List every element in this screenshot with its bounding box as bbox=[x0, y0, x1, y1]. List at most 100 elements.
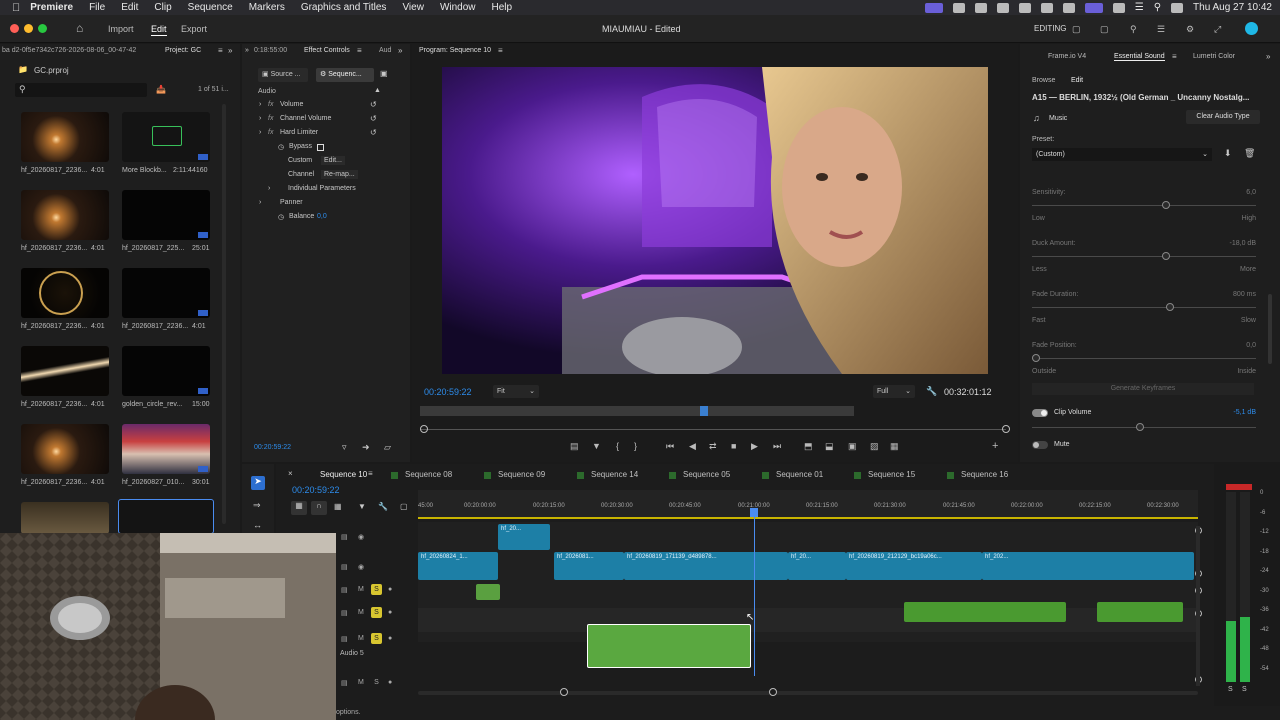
project-item-thumbnail[interactable] bbox=[122, 112, 210, 162]
stopwatch-icon[interactable]: ◷ bbox=[278, 213, 284, 221]
video-clip[interactable]: hf_20... bbox=[788, 552, 846, 580]
more-panels-icon[interactable]: » bbox=[398, 46, 402, 55]
playhead-line[interactable] bbox=[754, 508, 755, 676]
audio-clip[interactable] bbox=[904, 602, 1066, 622]
tab-lumetri[interactable]: Lumetri Color bbox=[1193, 53, 1235, 60]
play-status-icon[interactable] bbox=[1040, 2, 1053, 13]
video-clip[interactable]: hf_20260819_212129_bc19a06c... bbox=[846, 552, 982, 580]
search-icon[interactable]: ⚲ bbox=[1130, 24, 1137, 35]
mute-track-icon[interactable]: M bbox=[358, 679, 364, 686]
clip-volume-knob[interactable] bbox=[1135, 423, 1144, 431]
scrub-bar[interactable] bbox=[420, 429, 1006, 430]
overwrite-icon[interactable]: ⬓ bbox=[825, 441, 834, 452]
settings-icon[interactable]: ⚙ bbox=[1186, 24, 1194, 35]
expand-chevron-icon[interactable]: › bbox=[259, 115, 261, 122]
effect-row-button[interactable]: Re-map... bbox=[321, 170, 358, 179]
nav-import[interactable]: Import bbox=[108, 24, 134, 34]
panel-menu-icon[interactable]: ≡ bbox=[357, 46, 362, 55]
home-icon[interactable]: ⌂ bbox=[76, 21, 83, 35]
record-voiceover-icon[interactable]: ● bbox=[388, 679, 392, 686]
audio-clip-selected[interactable] bbox=[587, 624, 751, 668]
menu-clip[interactable]: Clip bbox=[154, 2, 171, 13]
expand-chevron-icon[interactable]: › bbox=[259, 199, 261, 206]
slider-knob[interactable] bbox=[1165, 303, 1174, 311]
display-icon[interactable] bbox=[1084, 2, 1103, 13]
tab-sequence[interactable]: Sequence 09 bbox=[498, 470, 545, 479]
play-around-icon[interactable]: ⇄ bbox=[709, 441, 717, 452]
tab-essential-sound[interactable]: Essential Sound bbox=[1114, 53, 1165, 61]
video-clip[interactable]: hf_202... bbox=[982, 552, 1194, 580]
project-item-thumbnail[interactable] bbox=[21, 502, 109, 534]
preset-select[interactable]: (Custom) ⌄ bbox=[1032, 148, 1212, 161]
video-clip[interactable]: hf_2026081... bbox=[554, 552, 624, 580]
project-item-thumbnail[interactable] bbox=[21, 346, 109, 396]
quick-export-icon[interactable]: ▢ bbox=[1100, 24, 1109, 35]
wrench-icon[interactable]: 🔧 bbox=[378, 502, 388, 511]
project-item-thumbnail[interactable] bbox=[122, 346, 210, 396]
work-area-bar[interactable] bbox=[418, 517, 1198, 519]
track-sync-lock-icon[interactable]: ▤ bbox=[341, 563, 348, 571]
fx-icon[interactable]: fx bbox=[268, 129, 273, 136]
panel-menu-icon[interactable]: ≡ bbox=[368, 469, 373, 478]
project-item-thumbnail[interactable] bbox=[122, 424, 210, 474]
go-to-in-icon[interactable]: ⏮ bbox=[666, 441, 674, 452]
audio-clip[interactable] bbox=[476, 584, 500, 600]
playhead-handle[interactable] bbox=[750, 508, 758, 517]
tab-sequence[interactable]: Sequence 08 bbox=[405, 470, 452, 479]
close-icon[interactable]: × bbox=[288, 469, 293, 478]
filter-icon[interactable]: ▿ bbox=[342, 442, 347, 453]
project-item-thumbnail-selected[interactable] bbox=[118, 499, 214, 534]
zoom-handle-right[interactable] bbox=[769, 688, 777, 696]
status-icon[interactable] bbox=[996, 2, 1009, 13]
ripple-edit-icon[interactable]: ↔ bbox=[253, 520, 262, 530]
solo-right-icon[interactable]: S bbox=[1242, 686, 1247, 693]
record-voiceover-icon[interactable]: ● bbox=[388, 609, 392, 616]
step-forward-icon[interactable]: ▶ bbox=[751, 441, 758, 452]
balance-value[interactable]: 0,0 bbox=[317, 213, 327, 220]
scrollbar[interactable] bbox=[222, 104, 226, 524]
apple-menu-icon[interactable]:  bbox=[12, 2, 20, 14]
track-sync-lock-icon[interactable]: ▤ bbox=[341, 679, 348, 687]
tab-effect-controls[interactable]: Effect Controls bbox=[304, 47, 350, 54]
solo-track-button[interactable]: S bbox=[371, 677, 382, 688]
app-menu[interactable]: Premiere bbox=[30, 2, 73, 13]
nest-icon[interactable]: ▦ bbox=[291, 501, 307, 515]
reset-icon[interactable]: ↺ bbox=[370, 114, 377, 123]
zoom-handle-left[interactable] bbox=[560, 688, 568, 696]
workspace-label[interactable]: EDITING bbox=[1034, 24, 1066, 33]
export-icon[interactable]: ➜ bbox=[362, 442, 370, 453]
subtab-source[interactable]: ▣ Source ... bbox=[258, 68, 308, 82]
marker-icon[interactable]: ▼ bbox=[592, 441, 601, 451]
scrub-handle-right[interactable] bbox=[1002, 425, 1010, 433]
linked-selection-icon[interactable]: ▦ bbox=[334, 502, 342, 511]
fx-icon[interactable]: fx bbox=[268, 115, 273, 122]
subtab-edit[interactable]: Edit bbox=[1071, 77, 1083, 84]
status-icon[interactable] bbox=[1018, 2, 1031, 13]
go-to-out-icon[interactable]: ⏭ bbox=[773, 441, 781, 452]
nav-export[interactable]: Export bbox=[181, 24, 207, 34]
tab-project[interactable]: Project: GC bbox=[165, 47, 201, 54]
solo-track-button[interactable]: S bbox=[371, 607, 382, 618]
slider-knob[interactable] bbox=[1161, 201, 1170, 209]
project-item-thumbnail[interactable] bbox=[21, 424, 109, 474]
slider-value[interactable]: 800 ms bbox=[1180, 291, 1256, 298]
trim-icon[interactable]: ▤ bbox=[570, 441, 579, 452]
panel-menu-icon[interactable]: ≡ bbox=[1172, 52, 1177, 61]
stop-icon[interactable]: ■ bbox=[731, 441, 736, 451]
track-sync-lock-icon[interactable]: ▤ bbox=[341, 586, 348, 594]
more-panels-icon[interactable]: » bbox=[1266, 52, 1270, 61]
slider-track[interactable] bbox=[1032, 256, 1256, 257]
captions-icon[interactable]: ▢ bbox=[400, 502, 408, 511]
panel-menu-icon[interactable]: ≡ bbox=[498, 46, 503, 55]
subtab-browse[interactable]: Browse bbox=[1032, 77, 1055, 84]
collapse-icon[interactable]: ▲ bbox=[374, 87, 381, 94]
feedback-icon[interactable]: ☰ bbox=[1157, 24, 1165, 35]
status-icon[interactable] bbox=[1062, 2, 1075, 13]
menu-view[interactable]: View bbox=[402, 2, 424, 13]
menu-file[interactable]: File bbox=[89, 2, 105, 13]
step-back-icon[interactable]: ◀ bbox=[689, 441, 696, 452]
add-marker-icon[interactable]: ▼ bbox=[358, 502, 366, 511]
selection-tool-icon[interactable]: ➤ bbox=[251, 476, 265, 490]
tab-sequence[interactable]: Sequence 16 bbox=[961, 470, 1008, 479]
close-window-button[interactable] bbox=[10, 24, 19, 33]
